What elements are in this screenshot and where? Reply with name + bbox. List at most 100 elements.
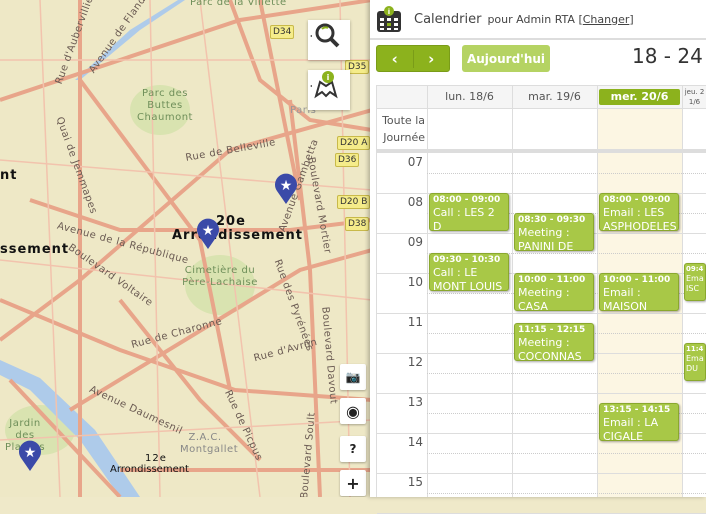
hour-label: 10 [407,275,423,289]
week-grid: lun. 18/6 mar. 19/6 mer. 20/6 jeu. 21/6 Tout… [376,85,706,514]
calendar-event[interactable]: 09:30 - 10:30 Call : LE MONT LOUIS [429,253,509,291]
half-hour-line [427,453,706,454]
calendar-event[interactable]: 11:4 Ema DU [684,343,706,381]
map-label-villette: Parc de la Villette [190,0,287,8]
calendar-event[interactable]: 11:15 - 12:15 Meeting : COCONNAS [514,323,594,361]
today-label: mer. 20/6 [599,89,680,105]
event-title: Call : LES 2 D [433,206,495,231]
prev-week-button[interactable]: ‹ [377,50,413,68]
all-day-label: Toute la Journée [382,114,425,144]
route-label: D20 B [337,195,371,209]
calendar-header: i Calendrier pour Admin RTA [Changer] [370,0,706,40]
today-button[interactable]: Aujourd'hui [462,45,550,72]
map-search-button[interactable] [308,20,350,60]
map[interactable]: Parc de la Villette Parc des Buttes Chau… [0,0,372,497]
map-label-arr20-b: Arrondissement [172,228,303,243]
calendar-icon: i [377,6,401,32]
map-marker-star-icon[interactable]: ★ [274,173,298,205]
map-marker-star-icon[interactable]: ★ [196,218,220,250]
hour-label: 11 [407,315,423,329]
event-time: 10:00 - 11:00 [518,275,586,285]
event-title: Meeting : CASA RAFAEL [518,286,570,311]
event-time: 09:30 - 10:30 [433,255,501,265]
calendar-event[interactable]: 13:15 - 14:15 Email : LA CIGALE [599,403,679,441]
hour-label: 07 [407,155,423,169]
calendar-event[interactable]: 08:00 - 09:00 Email : LES ASPHODELES [599,193,679,231]
event-time: 08:30 - 09:30 [518,215,586,225]
next-week-button[interactable]: › [412,49,450,68]
owner-text: pour Admin RTA [ [487,12,583,26]
route-label: D38 [345,217,370,231]
calendar-title: Calendrier [414,11,482,27]
day-header[interactable]: mar. 19/6 [512,86,597,108]
map-marker-star-icon[interactable]: ★ [18,440,42,472]
target-icon: ◉ [346,401,360,421]
event-time: 08:00 - 09:00 [433,195,501,205]
event-title: Email : LES ASPHODELES [603,206,677,231]
route-label: D36 [335,153,360,167]
event-title: Ema DU [686,354,704,373]
event-time: 10:00 - 11:00 [603,275,671,285]
map-label-arr12-b: Arrondissement [110,464,189,475]
event-time: 11:15 - 12:15 [518,325,586,335]
hour-label: 12 [407,355,423,369]
change-user-link[interactable]: Changer [583,13,630,26]
hour-line [377,473,706,474]
event-time: 13:15 - 14:15 [603,405,671,415]
day-label: mar. 19/6 [528,90,581,103]
route-label: D20 A [337,136,371,150]
event-time: 09:4 [686,265,704,273]
day-header[interactable]: jeu. 21/6 [682,86,706,108]
event-title: Meeting : COCONNAS [518,336,582,361]
svg-text:★: ★ [280,178,293,194]
route-label: D34 [270,25,295,39]
event-time: 08:00 - 09:00 [603,195,671,205]
map-label-arr20: 20e [216,214,246,229]
map-label-left-2: ssement [0,242,70,257]
map-info-layer-button[interactable]: i [308,70,350,110]
event-title: Meeting : PANINI DE LA [518,226,574,251]
calendar-event[interactable]: 08:00 - 09:00 Call : LES 2 D [429,193,509,231]
day-label: jeu. 21/6 [684,88,705,106]
map-label-zac: Z.A.C. Montgallet [180,432,239,455]
week-nav: ‹ › [376,45,450,72]
half-hour-line [427,173,706,174]
day-header[interactable]: lun. 18/6 [427,86,512,108]
event-title: Email : LA CIGALE [603,416,659,441]
svg-text:★: ★ [24,445,37,461]
day-label: lun. 18/6 [445,90,494,103]
event-title: Call : LE MONT LOUIS [433,266,503,291]
hour-label: 09 [407,235,423,249]
hour-line [377,393,706,394]
calendar-event[interactable]: 09:4 Ema ISC [684,263,706,301]
hour-label: 15 [407,475,423,489]
calendar-event[interactable]: 08:30 - 09:30Meeting : PANINI DE LA [514,213,594,251]
event-title: Ema ISC [686,274,704,293]
map-info-icon: i [310,71,338,99]
plus-icon: + [346,473,360,493]
question-icon: ? [349,442,357,456]
svg-text:i: i [327,73,330,82]
column-divider [512,86,513,497]
svg-text:i: i [388,8,390,16]
map-label-left-1: nt [0,168,18,183]
column-divider [682,86,683,497]
calendar-owner: pour Admin RTA [Changer] [487,13,633,26]
map-label-arr12: 12e [145,453,167,464]
hour-line [377,313,706,314]
camera-button[interactable]: 📷 [340,364,366,390]
bracket: ] [629,12,634,26]
half-hour-line [427,493,706,494]
locate-button[interactable]: ◉ [340,398,366,424]
calendar-event[interactable]: 10:00 - 11:00 Email : MAISON [599,273,679,311]
magnifier-icon [310,23,340,48]
camera-icon: 📷 [345,370,361,384]
event-title: Email : MAISON [603,286,648,311]
help-button[interactable]: ? [340,436,366,462]
day-header[interactable]: mer. 20/6 [597,86,682,108]
calendar-event[interactable]: 10:00 - 11:00Meeting : CASA RAFAEL [514,273,594,311]
column-divider [597,86,598,497]
map-label-perelachaise: Cimetière du Père-Lachaise [182,265,258,288]
hour-label: 08 [407,195,423,209]
zoom-in-button[interactable]: + [340,470,366,496]
